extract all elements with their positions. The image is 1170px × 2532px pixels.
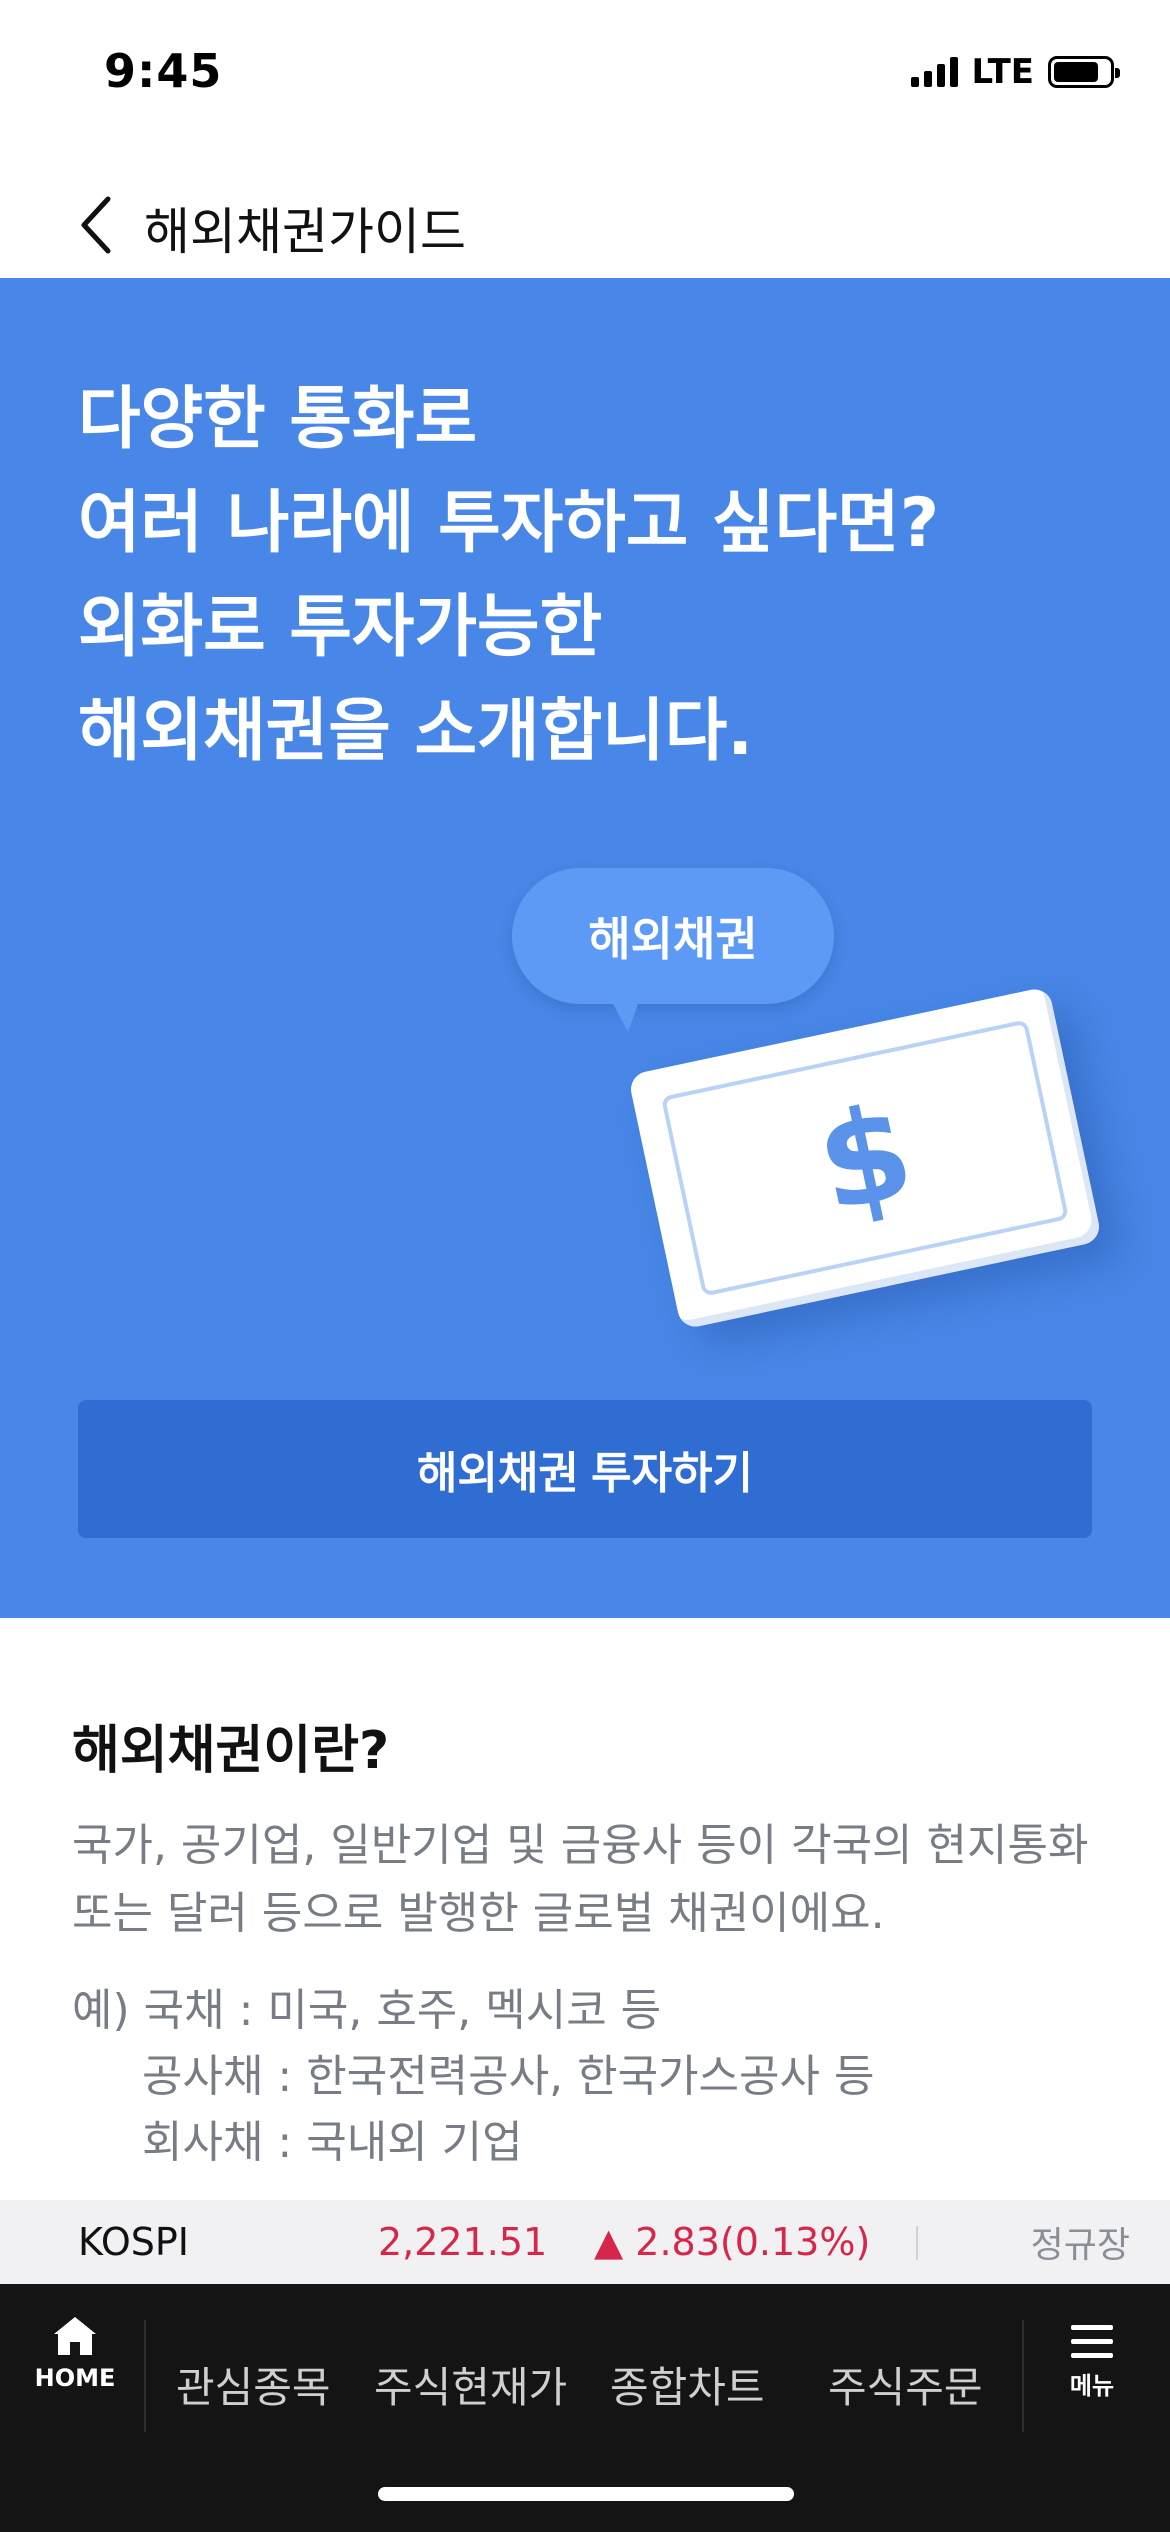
home-indicator — [378, 2487, 794, 2501]
back-button[interactable] — [66, 190, 126, 260]
hamburger-menu-icon — [1071, 2325, 1113, 2358]
status-time: 9:45 — [104, 44, 223, 98]
index-name: KOSPI — [78, 2220, 189, 2264]
bond-examples: 예) 국채 : 미국, 호주, 멕시코 등 공사채 : 한국전력공사, 한국가스… — [72, 1978, 874, 2176]
hero-banner: 다양한 통화로 여러 나라에 투자하고 싶다면? 외화로 투자가능한 해외채권을… — [0, 278, 1170, 1618]
invest-overseas-bond-button[interactable]: 해외채권 투자하기 — [78, 1400, 1092, 1538]
hero-line: 외화로 투자가능한 — [78, 588, 603, 667]
section-title: 해외채권이란? — [72, 1721, 390, 1781]
page-header: 해외채권가이드 — [0, 160, 1170, 280]
nav-item-order[interactable]: 주식주문 — [828, 2354, 983, 2415]
example-line: 회사채 : 국내외 기업 — [142, 2117, 523, 2168]
index-value: 2,221.51 — [378, 2220, 548, 2264]
status-bar: 9:45 LTE — [0, 0, 1170, 150]
nav-item-current-price[interactable]: 주식현재가 — [374, 2354, 567, 2415]
example-line: 예) 국채 : 미국, 호주, 멕시코 등 — [72, 1985, 662, 2036]
nav-divider — [1022, 2320, 1024, 2432]
page-title: 해외채권가이드 — [144, 203, 466, 261]
hero-line: 다양한 통화로 — [78, 380, 478, 459]
bottom-navigation: HOME 관심종목 주식현재가 종합차트 주식주문 메뉴 — [0, 2284, 1170, 2532]
dollar-bill-illustration: $ — [627, 986, 1103, 1330]
section-description: 국가, 공기업, 일반기업 및 금융사 등이 각국의 현지통화 또는 달러 등으… — [72, 1820, 1089, 1939]
network-type: LTE — [971, 52, 1034, 92]
status-indicators: LTE — [910, 52, 1120, 92]
hero-line: 해외채권을 소개합니다. — [78, 692, 754, 771]
example-line: 공사채 : 한국전력공사, 한국가스공사 등 — [142, 2051, 875, 2102]
dollar-icon: $ — [804, 1074, 926, 1242]
chevron-left-icon — [81, 196, 111, 254]
bond-info-section: 해외채권이란? 국가, 공기업, 일반기업 및 금융사 등이 각국의 현지통화 … — [0, 1618, 1170, 2198]
cellular-signal-icon — [910, 57, 958, 87]
market-ticker[interactable]: KOSPI 2,221.51 ▲ 2.83(0.13%) 정규장 — [0, 2200, 1170, 2284]
nav-item-watchlist[interactable]: 관심종목 — [176, 2354, 331, 2415]
home-icon — [54, 2317, 96, 2355]
nav-home[interactable]: HOME — [20, 2314, 130, 2434]
speech-bubble: 해외채권 — [512, 868, 834, 1004]
nav-item-chart[interactable]: 종합차트 — [610, 2354, 765, 2415]
index-change: ▲ 2.83(0.13%) — [594, 2220, 871, 2264]
speech-bubble-label: 해외채권 — [588, 912, 758, 966]
nav-home-label: HOME — [34, 2364, 116, 2392]
nav-menu[interactable]: 메뉴 — [1042, 2322, 1142, 2401]
market-session: 정규장 — [1030, 2225, 1130, 2266]
hero-line: 여러 나라에 투자하고 싶다면? — [78, 484, 940, 563]
speech-bubble-tail — [610, 998, 640, 1032]
hero-headline: 다양한 통화로 여러 나라에 투자하고 싶다면? 외화로 투자가능한 해외채권을… — [78, 368, 1078, 784]
nav-menu-label: 메뉴 — [1069, 2372, 1115, 2400]
divider — [916, 2226, 918, 2260]
nav-divider — [144, 2320, 146, 2432]
battery-icon — [1048, 56, 1120, 88]
